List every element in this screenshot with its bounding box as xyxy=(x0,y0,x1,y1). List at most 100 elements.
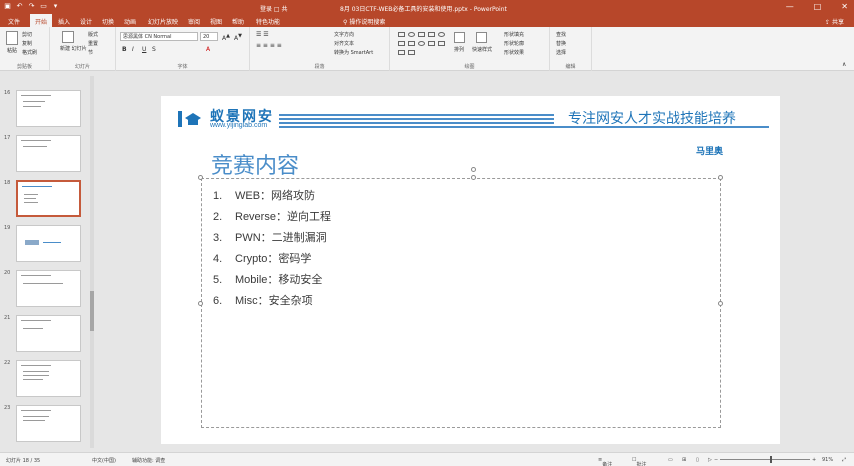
list-item-number: 2. xyxy=(213,211,223,223)
copy-button[interactable]: 复制 xyxy=(22,40,32,47)
tab-design[interactable]: 设计 xyxy=(80,17,92,26)
resize-handle[interactable] xyxy=(198,175,203,180)
tab-review[interactable]: 审阅 xyxy=(188,17,200,26)
font-group-name: 字体 xyxy=(177,64,188,70)
minimize-button[interactable]: — xyxy=(786,2,794,11)
shape-outline-button[interactable]: 形状轮廓 xyxy=(504,40,524,47)
tab-help[interactable]: 帮助 xyxy=(232,17,244,26)
tab-transitions[interactable]: 切换 xyxy=(102,17,114,26)
thumbnail-slide[interactable] xyxy=(16,225,81,262)
thumbnail-slide[interactable] xyxy=(16,360,81,397)
present-icon[interactable]: ▭ xyxy=(40,3,47,10)
select-button[interactable]: 选择 xyxy=(556,49,566,56)
clipboard-group-name: 剪贴板 xyxy=(16,64,32,70)
collapse-ribbon-icon[interactable]: ∧ xyxy=(842,61,846,68)
shape-effects-button[interactable]: 形状效果 xyxy=(504,49,524,56)
login-status[interactable]: 登录 □ 共 xyxy=(260,4,287,13)
cut-button[interactable]: 剪切 xyxy=(22,31,32,38)
paste-icon[interactable] xyxy=(6,31,18,45)
rotate-handle[interactable] xyxy=(471,167,476,172)
slideshow-icon[interactable]: ▷ xyxy=(708,457,712,463)
thumbnail-number: 17 xyxy=(4,135,11,141)
zoom-slider-knob[interactable] xyxy=(770,456,772,463)
zoom-slider[interactable] xyxy=(720,459,810,460)
comments-button[interactable]: ☐ 批注 xyxy=(632,457,647,466)
new-slide-label: 新建 幻灯片 xyxy=(60,46,87,52)
zoom-in-button[interactable]: + xyxy=(812,457,816,463)
thumbnail-slide[interactable] xyxy=(16,135,81,172)
share-button[interactable]: ⇪ 共享 xyxy=(825,17,844,26)
accessibility-status[interactable]: 辅助功能: 调查 xyxy=(132,457,165,464)
replace-button[interactable]: 替换 xyxy=(556,40,566,47)
header-line xyxy=(279,114,554,116)
notes-button[interactable]: ≡ 备注 xyxy=(598,457,612,466)
language-status[interactable]: 中文(中国) xyxy=(92,457,116,464)
tell-me-search[interactable]: ⚲ 操作说明搜索 xyxy=(343,17,385,26)
layout-button[interactable]: 版式 xyxy=(88,31,98,38)
slide-sorter-icon[interactable]: ⊞ xyxy=(682,457,686,463)
tab-animations[interactable]: 动画 xyxy=(124,17,136,26)
document-title: 8月 03日CTF-WEB必备工具的安装和使用.pptx - PowerPoin… xyxy=(340,6,507,13)
thumbnail-slide[interactable] xyxy=(16,270,81,307)
customize-qat-icon[interactable]: ▾ xyxy=(52,3,59,10)
tab-view[interactable]: 视图 xyxy=(210,17,222,26)
text-direction-button[interactable]: 文字方向 xyxy=(334,31,354,38)
quick-styles-icon[interactable] xyxy=(476,32,487,43)
fit-slide-icon[interactable]: ⤢ xyxy=(842,457,846,463)
resize-handle[interactable] xyxy=(718,175,723,180)
paste-label: 粘贴 xyxy=(7,48,18,54)
tab-insert[interactable]: 插入 xyxy=(58,17,70,26)
slide-title[interactable]: 竞赛内容 xyxy=(211,148,299,180)
undo-icon[interactable]: ↶ xyxy=(16,3,23,10)
scrollbar-thumb[interactable] xyxy=(90,291,94,331)
shrink-font-button[interactable]: A▼ xyxy=(234,33,242,42)
underline-button[interactable]: U xyxy=(142,46,146,53)
thumbnail-slide[interactable] xyxy=(16,90,81,127)
redo-icon[interactable]: ↷ xyxy=(28,3,35,10)
thumbnail-slide[interactable] xyxy=(16,315,81,352)
clipboard-group: 粘贴 剪切 复制 格式刷 剪贴板 xyxy=(0,27,50,71)
thumbnail-slide-selected[interactable] xyxy=(16,180,81,217)
tab-file[interactable]: 文件 xyxy=(8,17,20,26)
list-item-number: 3. xyxy=(213,232,223,244)
tab-home[interactable]: 开始 xyxy=(30,14,53,27)
normal-view-icon[interactable]: ▭ xyxy=(668,457,673,463)
resize-handle[interactable] xyxy=(718,301,723,306)
zoom-level[interactable]: 91% xyxy=(822,457,833,463)
convert-smartart-button[interactable]: 转换为 SmartArt xyxy=(334,49,373,56)
tab-slideshow[interactable]: 幻灯片放映 xyxy=(148,17,178,26)
italic-button[interactable]: I xyxy=(132,46,134,53)
tab-featured[interactable]: 特色功能 xyxy=(256,17,280,26)
close-button[interactable]: ✕ xyxy=(841,2,848,11)
reading-view-icon[interactable]: ▯ xyxy=(696,457,699,463)
resize-handle[interactable] xyxy=(471,175,476,180)
shape-fill-button[interactable]: 形状填充 xyxy=(504,31,524,38)
reset-button[interactable]: 重置 xyxy=(88,40,98,47)
find-button[interactable]: 查找 xyxy=(556,31,566,38)
maximize-button[interactable]: □ xyxy=(814,2,822,11)
thumbnails-scrollbar[interactable] xyxy=(90,76,94,448)
section-button[interactable]: 节 xyxy=(88,49,93,56)
slide-canvas: 蚁景网安 www.yijinglab.com 专注网安人才实战技能培养 马里奥 … xyxy=(96,72,854,452)
resize-handle[interactable] xyxy=(198,301,203,306)
new-slide-icon[interactable] xyxy=(62,31,74,43)
list-item-number: 1. xyxy=(213,190,223,202)
save-icon[interactable]: ▣ xyxy=(4,3,11,10)
font-color-button[interactable]: A xyxy=(206,46,210,53)
bold-button[interactable]: B xyxy=(122,46,127,53)
slide-tagline: 专注网安人才实战技能培养 xyxy=(568,111,736,127)
align-text-button[interactable]: 对齐文本 xyxy=(334,40,354,47)
list-item-number: 4. xyxy=(213,253,223,265)
font-size-select[interactable]: 20 xyxy=(200,32,218,41)
bullets-icon[interactable]: ☰ ☰ xyxy=(256,31,269,38)
current-slide[interactable]: 蚁景网安 www.yijinglab.com 专注网安人才实战技能培养 马里奥 … xyxy=(161,96,780,444)
notes-label: 备注 xyxy=(602,462,613,466)
grow-font-button[interactable]: A▲ xyxy=(222,33,230,42)
arrange-icon[interactable] xyxy=(454,32,465,43)
format-painter-button[interactable]: 格式刷 xyxy=(22,49,37,56)
font-name-select[interactable]: 思源黑体 CN Normal xyxy=(120,32,198,41)
thumbnail-slide[interactable] xyxy=(16,405,81,442)
zoom-out-button[interactable]: − xyxy=(714,457,718,463)
align-icon[interactable]: ≡ ≡ ≡ ≡ xyxy=(256,42,282,49)
shadow-button[interactable]: S xyxy=(152,46,156,53)
